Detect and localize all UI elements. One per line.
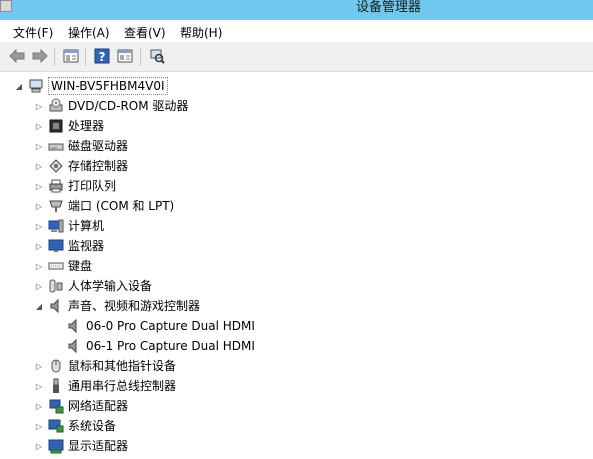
app-icon[interactable] — [0, 0, 12, 12]
tree-item-label: 计算机 — [68, 219, 105, 233]
expand-arrow-icon[interactable]: ▷ — [34, 180, 44, 192]
menu-file[interactable]: 文件(F) — [13, 24, 53, 41]
tree-item-label: 存储控制器 — [68, 159, 129, 173]
tree-item-ports[interactable]: ▷ 端口 (COM 和 LPT) — [34, 196, 174, 216]
tree-item-keyboard[interactable]: ▷ 键盘 — [34, 256, 92, 276]
speaker-icon — [66, 318, 82, 334]
speaker-icon — [66, 338, 82, 354]
svg-text:?: ? — [99, 50, 106, 64]
tree-item-display[interactable]: ▷ 显示适配器 — [34, 436, 128, 456]
computer-root-icon — [28, 78, 44, 94]
properties-icon[interactable] — [62, 47, 80, 65]
tree-item-label: 处理器 — [68, 119, 105, 133]
expand-arrow-icon[interactable]: ▷ — [34, 220, 44, 232]
tree-item-storage[interactable]: ▷ 存储控制器 — [34, 156, 128, 176]
device-tree[interactable]: ◢ WIN-BV5FHBM4V0I ▷ DVD/CD-ROM 驱动器 ▷ 处理器… — [0, 74, 593, 459]
collapse-arrow-icon[interactable]: ◢ — [14, 80, 24, 92]
collapse-arrow-icon[interactable]: ◢ — [34, 300, 44, 312]
tree-item-monitor[interactable]: ▷ 监视器 — [34, 236, 104, 256]
tree-item-label: 监视器 — [68, 239, 105, 253]
tree-item-label: 网络适配器 — [68, 399, 129, 413]
tree-item-system[interactable]: ▷ 系统设备 — [34, 416, 116, 436]
tree-item-mouse[interactable]: ▷ 鼠标和其他指针设备 — [34, 356, 176, 376]
printer-icon — [48, 178, 64, 194]
expand-arrow-icon[interactable]: ▷ — [34, 380, 44, 392]
expand-arrow-icon[interactable]: ▷ — [34, 280, 44, 292]
expand-arrow-icon[interactable]: ▷ — [34, 420, 44, 432]
expand-arrow-icon[interactable]: ▷ — [34, 120, 44, 132]
expand-arrow-icon[interactable]: ▷ — [34, 360, 44, 372]
tree-item-label: 通用串行总线控制器 — [68, 379, 177, 393]
tree-item-computer[interactable]: ▷ 计算机 — [34, 216, 104, 236]
expand-arrow-icon[interactable]: ▷ — [34, 160, 44, 172]
tree-item-label: 鼠标和其他指针设备 — [68, 359, 177, 373]
tree-child-capture-1[interactable]: 06-1 Pro Capture Dual HDMI — [66, 336, 255, 356]
network-adapter-icon — [48, 398, 64, 414]
monitor-icon — [48, 238, 64, 254]
dvd-drive-icon — [48, 98, 64, 114]
title-bar: 设备管理器 — [0, 0, 593, 20]
port-icon — [48, 198, 64, 214]
tree-item-label: 系统设备 — [68, 419, 117, 433]
expand-arrow-icon[interactable]: ▷ — [34, 240, 44, 252]
tree-item-sound[interactable]: ◢ 声音、视频和游戏控制器 — [34, 296, 200, 316]
menu-view[interactable]: 查看(V) — [124, 24, 166, 41]
usb-icon — [48, 378, 64, 394]
tree-root[interactable]: ◢ WIN-BV5FHBM4V0I — [14, 76, 168, 96]
window-title: 设备管理器 — [356, 0, 422, 15]
menu-bar: 文件(F) 操作(A) 查看(V) 帮助(H) — [0, 20, 593, 42]
toolbar-separator — [85, 48, 86, 66]
mouse-icon — [48, 358, 64, 374]
tree-item-label: 06-1 Pro Capture Dual HDMI — [86, 339, 255, 353]
expand-arrow-icon[interactable]: ▷ — [34, 100, 44, 112]
tree-item-label: 06-0 Pro Capture Dual HDMI — [86, 319, 255, 333]
storage-controller-icon — [48, 158, 64, 174]
tree-item-disk[interactable]: ▷ 磁盘驱动器 — [34, 136, 128, 156]
tree-item-print-queue[interactable]: ▷ 打印队列 — [34, 176, 116, 196]
system-device-icon — [48, 418, 64, 434]
tree-item-label: 声音、视频和游戏控制器 — [68, 299, 201, 313]
menu-action[interactable]: 操作(A) — [68, 24, 110, 41]
tree-item-network[interactable]: ▷ 网络适配器 — [34, 396, 128, 416]
tree-item-usb[interactable]: ▷ 通用串行总线控制器 — [34, 376, 176, 396]
toolbar: ? — [0, 42, 593, 72]
tree-item-dvd[interactable]: ▷ DVD/CD-ROM 驱动器 — [34, 96, 188, 116]
view-icon[interactable] — [116, 47, 134, 65]
tree-item-hid[interactable]: ▷ 人体学输入设备 — [34, 276, 152, 296]
help-icon[interactable]: ? — [93, 47, 111, 65]
expand-arrow-icon[interactable]: ▷ — [34, 140, 44, 152]
expand-arrow-icon[interactable]: ▷ — [34, 200, 44, 212]
expand-arrow-icon[interactable]: ▷ — [34, 260, 44, 272]
tree-item-label: 打印队列 — [68, 179, 117, 193]
keyboard-icon — [48, 258, 64, 274]
expand-arrow-icon[interactable]: ▷ — [34, 440, 44, 452]
tree-item-label: 键盘 — [68, 259, 93, 273]
processor-icon — [48, 118, 64, 134]
menu-help[interactable]: 帮助(H) — [180, 24, 222, 41]
tree-item-label: 磁盘驱动器 — [68, 139, 129, 153]
tree-item-label: 端口 (COM 和 LPT) — [68, 199, 175, 213]
tree-item-label: 人体学输入设备 — [68, 279, 153, 293]
computer-icon — [48, 218, 64, 234]
hid-icon — [48, 278, 64, 294]
tree-item-label: DVD/CD-ROM 驱动器 — [68, 99, 189, 113]
speaker-icon — [48, 298, 64, 314]
toolbar-separator — [54, 48, 55, 66]
back-arrow-icon[interactable] — [8, 47, 26, 65]
toolbar-separator — [140, 48, 141, 66]
expand-arrow-icon[interactable]: ▷ — [34, 400, 44, 412]
disk-drive-icon — [48, 138, 64, 154]
forward-arrow-icon[interactable] — [31, 47, 49, 65]
tree-child-capture-0[interactable]: 06-0 Pro Capture Dual HDMI — [66, 316, 255, 336]
display-adapter-icon — [48, 438, 64, 454]
scan-hardware-icon[interactable] — [148, 47, 166, 65]
tree-item-processor[interactable]: ▷ 处理器 — [34, 116, 104, 136]
computer-name: WIN-BV5FHBM4V0I — [48, 77, 168, 95]
tree-item-label: 显示适配器 — [68, 439, 129, 453]
